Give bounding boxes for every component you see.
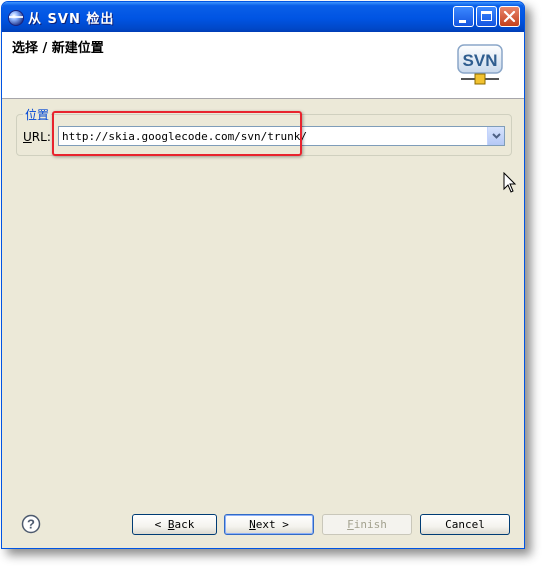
window-title: 从 SVN 检出 <box>28 12 115 27</box>
eclipse-icon <box>8 10 24 26</box>
minimize-button[interactable] <box>453 6 474 27</box>
next-button-mnemonic: N <box>249 518 256 531</box>
maximize-button[interactable] <box>476 6 497 27</box>
minimize-icon <box>459 20 466 23</box>
title-bar[interactable]: 从 SVN 检出 <box>2 2 524 32</box>
wizard-banner: 选择 / 新建位置 SVN <box>2 32 524 99</box>
url-label-mnemonic: U <box>23 130 32 144</box>
page-title: 选择 / 新建位置 <box>12 41 104 56</box>
finish-button-mnemonic: F <box>347 518 354 531</box>
back-button-label: ack <box>174 518 195 531</box>
dialog-window: 从 SVN 检出 选择 / 新建位置 SVN 位置 URL: http://sk… <box>1 1 525 549</box>
location-group-label: 位置 <box>23 106 52 123</box>
url-dropdown-button[interactable] <box>487 127 504 145</box>
svn-logo-icon: SVN <box>457 44 503 85</box>
location-group: 位置 URL: <box>16 106 512 156</box>
cancel-button[interactable]: Cancel <box>420 514 510 535</box>
back-button-mnemonic: B <box>167 518 175 531</box>
back-button-prefix: < <box>154 518 168 531</box>
svg-text:?: ? <box>27 517 35 532</box>
back-button[interactable]: < Back <box>132 514 217 535</box>
help-icon[interactable]: ? <box>21 514 41 534</box>
url-combobox[interactable] <box>58 126 505 146</box>
cancel-button-label: Cancel <box>445 518 485 531</box>
next-button[interactable]: Next > <box>224 514 314 535</box>
mouse-cursor-icon <box>503 172 517 193</box>
url-label-text: RL: <box>31 130 51 144</box>
svn-logo-text: SVN <box>463 51 498 70</box>
url-input[interactable] <box>62 127 482 145</box>
maximize-icon <box>481 11 492 21</box>
url-label: URL: <box>23 130 51 144</box>
finish-button-label: inish <box>353 518 387 531</box>
chevron-down-icon <box>492 133 501 139</box>
finish-button: Finish <box>322 514 412 535</box>
close-button[interactable] <box>499 6 520 27</box>
next-button-label: ext > <box>255 518 289 531</box>
close-icon <box>503 10 516 23</box>
